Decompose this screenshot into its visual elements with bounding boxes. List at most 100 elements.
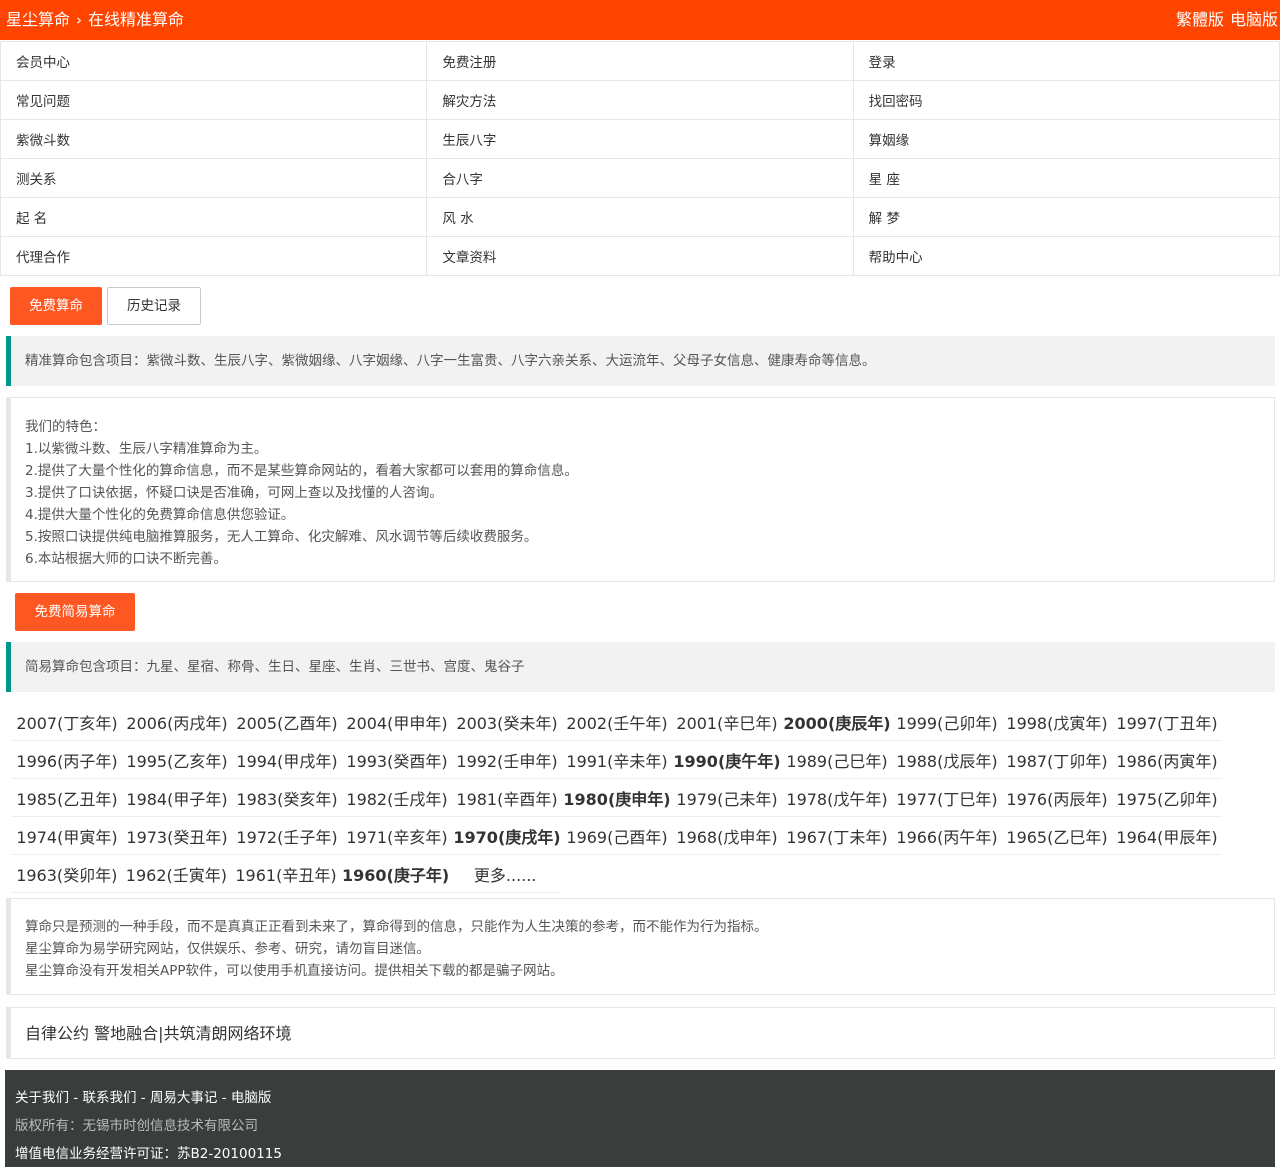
desktop-version-link[interactable]: 电脑版 — [1230, 10, 1278, 29]
year-link[interactable]: 1986(丙寅年) — [1112, 748, 1222, 772]
year-link[interactable]: 1961(辛丑年) — [231, 862, 341, 886]
year-link[interactable]: 2006(丙戌年) — [122, 710, 232, 734]
year-link[interactable]: 2007(丁亥年) — [12, 710, 122, 734]
year-link[interactable]: 1991(辛未年) — [562, 748, 672, 772]
year-link[interactable]: 1968(戊申年) — [672, 824, 782, 848]
year-row: 1985(乙丑年) 1984(甲子年) 1983(癸亥年) 1982(壬戌年) … — [12, 779, 1222, 817]
year-link[interactable]: 1964(甲辰年) — [1112, 824, 1222, 848]
year-link[interactable]: 2002(壬午年) — [562, 710, 672, 734]
zhouyi-events-link[interactable]: 周易大事记 — [150, 1090, 218, 1106]
year-link[interactable]: 1981(辛酉年) — [452, 786, 562, 810]
nav-faq[interactable]: 常见问题 — [0, 80, 428, 120]
year-link[interactable]: 1971(辛亥年) — [342, 824, 452, 848]
feature-item: 4.提供大量个性化的免费算命信息供您验证。 — [25, 507, 295, 523]
pledge-banner: 自律公约 警地融合|共筑清朗网络环境 — [6, 1007, 1275, 1059]
breadcrumb: 星尘算命 › 在线精准算命 — [6, 9, 184, 31]
nav-remedies[interactable]: 解灾方法 — [426, 80, 854, 120]
year-link[interactable]: 2003(癸未年) — [452, 710, 562, 734]
nav-match-bazi[interactable]: 合八字 — [426, 158, 854, 198]
year-link[interactable]: 1966(丙午年) — [892, 824, 1002, 848]
traditional-chinese-link[interactable]: 繁體版 — [1176, 10, 1224, 29]
year-link[interactable]: 2004(甲申年) — [342, 710, 452, 734]
disclaimer-line: 星尘算命为易学研究网站，仅供娱乐、参考、研究，请勿盲目迷信。 — [25, 941, 430, 957]
footer-desktop-link[interactable]: 电脑版 — [231, 1090, 272, 1106]
year-link[interactable]: 1994(甲戌年) — [232, 748, 342, 772]
footer-links: 关于我们 - 联系我们 - 周易大事记 - 电脑版 — [15, 1086, 271, 1106]
year-link[interactable]: 2001(辛巳年) — [672, 710, 782, 734]
nav-zodiac[interactable]: 星 座 — [852, 158, 1280, 198]
nav-bazi[interactable]: 生辰八字 — [426, 119, 854, 159]
features-title: 我们的特色： — [25, 419, 106, 435]
year-link[interactable]: 1974(甲寅年) — [12, 824, 122, 848]
birth-year-list: 2007(丁亥年) 2006(丙戌年) 2005(乙酉年) 2004(甲申年) … — [12, 703, 1222, 893]
features-box: 我们的特色： 1.以紫微斗数、生辰八字精准算命为主。 2.提供了大量个性化的算命… — [6, 397, 1275, 582]
top-bar: 星尘算命 › 在线精准算命 繁體版 电脑版 — [0, 0, 1280, 40]
contact-us-link[interactable]: 联系我们 — [82, 1090, 136, 1106]
copyright-text: 版权所有：无锡市时创信息技术有限公司 — [15, 1118, 258, 1134]
pledge-link[interactable]: 自律公约 警地融合|共筑清朗网络环境 — [25, 1024, 291, 1043]
year-link[interactable]: 1996(丙子年) — [12, 748, 122, 772]
breadcrumb-home-link[interactable]: 星尘算命 — [6, 10, 70, 29]
year-link[interactable]: 1990(庚午年) — [672, 748, 782, 772]
year-link[interactable]: 1987(丁卯年) — [1002, 748, 1112, 772]
breadcrumb-current: 在线精准算命 — [88, 10, 185, 29]
year-link[interactable]: 1963(癸卯年) — [12, 862, 122, 886]
link-separator: - — [136, 1090, 150, 1106]
year-link[interactable]: 1975(乙卯年) — [1112, 786, 1222, 810]
free-fortune-button[interactable]: 免费算命 — [10, 287, 102, 325]
nav-recover-password[interactable]: 找回密码 — [852, 80, 1280, 120]
nav-help[interactable]: 帮助中心 — [852, 236, 1280, 276]
year-link[interactable]: 1998(戊寅年) — [1002, 710, 1112, 734]
nav-marriage[interactable]: 算姻缘 — [852, 119, 1280, 159]
year-link[interactable]: 2005(乙酉年) — [232, 710, 342, 734]
year-link[interactable]: 1962(壬寅年) — [122, 862, 232, 886]
nav-dream[interactable]: 解 梦 — [852, 197, 1280, 237]
nav-member-center[interactable]: 会员中心 — [0, 41, 428, 81]
year-link[interactable]: 1983(癸亥年) — [232, 786, 342, 810]
year-link[interactable]: 1976(丙辰年) — [1002, 786, 1112, 810]
nav-register[interactable]: 免费注册 — [426, 41, 854, 81]
precise-items-note: 精准算命包含项目：紫微斗数、生辰八字、紫微姻缘、八字姻缘、八字一生富贵、八字六亲… — [6, 336, 1275, 386]
year-link[interactable]: 1993(癸酉年) — [342, 748, 452, 772]
year-link[interactable]: 1984(甲子年) — [122, 786, 232, 810]
year-link[interactable]: 1969(己酉年) — [562, 824, 672, 848]
chevron-right-icon: › — [76, 11, 83, 29]
nav-articles[interactable]: 文章资料 — [426, 236, 854, 276]
year-link[interactable]: 1980(庚申年) — [562, 786, 672, 810]
year-link[interactable]: 1999(己卯年) — [892, 710, 1002, 734]
header-links: 繁體版 电脑版 — [1170, 9, 1278, 31]
year-link[interactable]: 1988(戊辰年) — [892, 748, 1002, 772]
nav-relationship[interactable]: 测关系 — [0, 158, 428, 198]
feature-item: 6.本站根据大师的口诀不断完善。 — [25, 551, 227, 567]
nav-ziwei[interactable]: 紫微斗数 — [0, 119, 428, 159]
license-link[interactable]: 增值电信业务经营许可证：苏B2-20100115 — [15, 1142, 282, 1162]
nav-login[interactable]: 登录 — [852, 41, 1280, 81]
year-link[interactable]: 1978(戊午年) — [782, 786, 892, 810]
year-link[interactable]: 2000(庚辰年) — [782, 710, 892, 734]
disclaimer-box: 算命只是预测的一种手段，而不是真真正正看到未来了，算命得到的信息，只能作为人生决… — [6, 898, 1275, 995]
nav-naming[interactable]: 起 名 — [0, 197, 428, 237]
year-link[interactable]: 1973(癸丑年) — [122, 824, 232, 848]
feature-item: 3.提供了口诀依据，怀疑口诀是否准确，可网上查以及找懂的人咨询。 — [25, 485, 443, 501]
year-link[interactable]: 1982(壬戌年) — [342, 786, 452, 810]
history-button[interactable]: 历史记录 — [107, 287, 201, 325]
year-link[interactable]: 1960(庚子年) — [341, 862, 451, 886]
year-link[interactable]: 1979(己未年) — [672, 786, 782, 810]
year-link[interactable]: 1995(乙亥年) — [122, 748, 232, 772]
more-years-link[interactable]: 更多...... — [450, 862, 560, 886]
year-link[interactable]: 1989(己巳年) — [782, 748, 892, 772]
year-link[interactable]: 1985(乙丑年) — [12, 786, 122, 810]
free-simple-fortune-button[interactable]: 免费简易算命 — [15, 593, 135, 631]
year-link[interactable]: 1972(壬子年) — [232, 824, 342, 848]
year-link[interactable]: 1997(丁丑年) — [1112, 710, 1222, 734]
nav-fengshui[interactable]: 风 水 — [426, 197, 854, 237]
year-row: 2007(丁亥年) 2006(丙戌年) 2005(乙酉年) 2004(甲申年) … — [12, 703, 1222, 741]
year-link[interactable]: 1992(壬申年) — [452, 748, 562, 772]
year-link[interactable]: 1977(丁巳年) — [892, 786, 1002, 810]
year-link[interactable]: 1965(乙巳年) — [1002, 824, 1112, 848]
footer: 关于我们 - 联系我们 - 周易大事记 - 电脑版 版权所有：无锡市时创信息技术… — [5, 1070, 1275, 1167]
year-link[interactable]: 1970(庚戌年) — [452, 824, 562, 848]
year-link[interactable]: 1967(丁未年) — [782, 824, 892, 848]
about-us-link[interactable]: 关于我们 — [15, 1090, 69, 1106]
nav-agency[interactable]: 代理合作 — [0, 236, 428, 276]
